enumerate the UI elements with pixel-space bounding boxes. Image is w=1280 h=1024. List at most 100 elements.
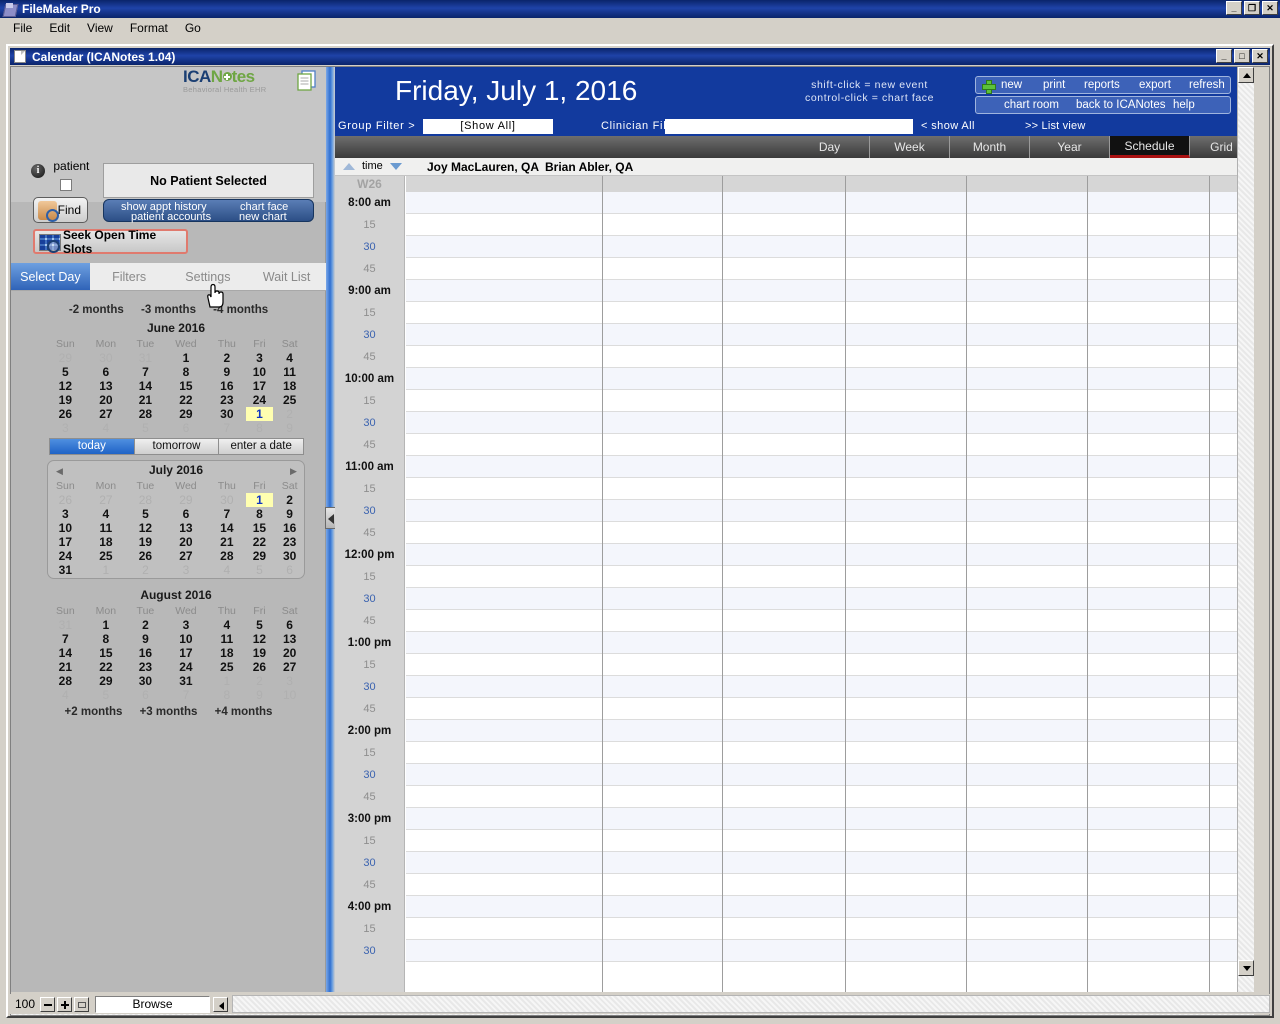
- plus-2-months-link[interactable]: +2 months: [65, 706, 123, 718]
- schedule-row[interactable]: [406, 478, 1254, 500]
- calendar-day[interactable]: 14: [208, 521, 245, 535]
- calendar-day[interactable]: 7: [127, 365, 164, 379]
- time-slot-label[interactable]: 30: [335, 940, 404, 962]
- calendar-day[interactable]: 6: [164, 507, 208, 521]
- minus-4-months-link[interactable]: -4 months: [213, 304, 268, 316]
- calendar-day[interactable]: 10: [246, 365, 274, 379]
- schedule-row[interactable]: [406, 302, 1254, 324]
- doc-minimize-button[interactable]: _: [1216, 49, 1232, 63]
- menu-edit[interactable]: Edit: [42, 19, 77, 37]
- schedule-row[interactable]: [406, 742, 1254, 764]
- calendar-day[interactable]: 18: [273, 379, 306, 393]
- calendar-day[interactable]: 3: [46, 507, 85, 521]
- time-slot-label[interactable]: 15: [335, 302, 404, 324]
- schedule-row[interactable]: [406, 522, 1254, 544]
- view-year[interactable]: Year: [1030, 136, 1110, 158]
- calendar-day[interactable]: 2: [273, 493, 306, 507]
- calendar-day[interactable]: 1: [85, 618, 127, 632]
- view-month[interactable]: Month: [950, 136, 1030, 158]
- calendar-day[interactable]: 21: [127, 393, 164, 407]
- calendar-day[interactable]: 2: [127, 618, 164, 632]
- doc-maximize-button[interactable]: □: [1234, 49, 1250, 63]
- calendar-day[interactable]: 14: [127, 379, 164, 393]
- menu-format[interactable]: Format: [123, 19, 175, 37]
- calendar-day[interactable]: 13: [273, 632, 306, 646]
- scroll-up-button[interactable]: [1238, 67, 1254, 83]
- menu-view[interactable]: View: [80, 19, 120, 37]
- mode-selector[interactable]: Browse: [95, 996, 210, 1013]
- app-minimize-button[interactable]: _: [1226, 1, 1242, 15]
- calendar-day[interactable]: 22: [85, 660, 127, 674]
- calendar-day[interactable]: 4: [85, 507, 127, 521]
- chart-room-button[interactable]: chart room: [1004, 99, 1059, 111]
- time-slot-label[interactable]: 15: [335, 918, 404, 940]
- calendar-day[interactable]: 2: [208, 351, 245, 365]
- tab-wait-list[interactable]: Wait List: [247, 263, 326, 290]
- calendar-day[interactable]: 23: [273, 535, 306, 549]
- calendar-day[interactable]: 1: [164, 351, 208, 365]
- schedule-row[interactable]: [406, 412, 1254, 434]
- schedule-row[interactable]: [406, 588, 1254, 610]
- schedule-row[interactable]: [406, 544, 1254, 566]
- calendar-day[interactable]: 22: [246, 535, 274, 549]
- info-icon[interactable]: i: [31, 164, 45, 178]
- export-button[interactable]: export: [1139, 79, 1171, 91]
- scroll-down-button[interactable]: [1238, 960, 1254, 976]
- patient-accounts-link[interactable]: patient accounts: [131, 211, 211, 223]
- calendar-day[interactable]: 16: [127, 646, 164, 660]
- schedule-row[interactable]: [406, 940, 1254, 962]
- calendar-day-selected[interactable]: 1: [246, 493, 274, 507]
- calendar-day[interactable]: 27: [164, 549, 208, 563]
- calendar-day[interactable]: 6: [127, 688, 164, 702]
- calendar-day[interactable]: 12: [127, 521, 164, 535]
- calendar-day[interactable]: 6: [85, 365, 127, 379]
- schedule-row[interactable]: [406, 280, 1254, 302]
- calendar-day[interactable]: 9: [208, 365, 245, 379]
- time-slot-label[interactable]: 4:00 pm: [335, 896, 404, 918]
- view-week[interactable]: Week: [870, 136, 950, 158]
- clinician-column-1[interactable]: Joy MacLauren, QA: [427, 160, 539, 174]
- back-to-icanotes-button[interactable]: back to ICANotes: [1076, 99, 1165, 111]
- schedule-row[interactable]: [406, 390, 1254, 412]
- schedule-row[interactable]: [406, 764, 1254, 786]
- time-slot-label[interactable]: 12:00 pm: [335, 544, 404, 566]
- schedule-row[interactable]: [406, 192, 1254, 214]
- time-slot-label[interactable]: 30: [335, 852, 404, 874]
- list-view-link[interactable]: >> List view: [1025, 120, 1085, 132]
- time-slot-label[interactable]: 11:00 am: [335, 456, 404, 478]
- calendar-day[interactable]: 20: [164, 535, 208, 549]
- calendar-day[interactable]: 1: [85, 563, 127, 577]
- calendar-day-selected[interactable]: 1: [246, 407, 274, 421]
- calendar-day[interactable]: 22: [164, 393, 208, 407]
- calendar-day[interactable]: 31: [46, 563, 85, 577]
- calendar-day[interactable]: 8: [246, 507, 274, 521]
- calendar-day[interactable]: 8: [246, 421, 274, 435]
- calendar-day[interactable]: 11: [273, 365, 306, 379]
- toggle-window-button[interactable]: [74, 997, 89, 1012]
- calendar-day[interactable]: 3: [273, 674, 306, 688]
- time-slot-label[interactable]: 3:00 pm: [335, 808, 404, 830]
- time-slot-label[interactable]: 15: [335, 566, 404, 588]
- calendar-day[interactable]: 4: [208, 618, 245, 632]
- schedule-row[interactable]: [406, 434, 1254, 456]
- view-schedule[interactable]: Schedule: [1110, 136, 1190, 158]
- calendar-day[interactable]: 9: [273, 421, 306, 435]
- calendar-day[interactable]: 26: [46, 407, 85, 421]
- calendar-day[interactable]: 19: [46, 393, 85, 407]
- calendar-day[interactable]: 28: [208, 549, 245, 563]
- schedule-row[interactable]: [406, 676, 1254, 698]
- calendar-day[interactable]: 16: [273, 521, 306, 535]
- clinician-filter-input[interactable]: [665, 119, 913, 134]
- plus-4-months-link[interactable]: +4 months: [215, 706, 273, 718]
- menu-go[interactable]: Go: [178, 19, 208, 37]
- schedule-row[interactable]: [406, 808, 1254, 830]
- calendar-day[interactable]: 29: [164, 407, 208, 421]
- today-button[interactable]: today: [50, 439, 135, 454]
- plus-3-months-link[interactable]: +3 months: [140, 706, 198, 718]
- calendar-day[interactable]: 19: [127, 535, 164, 549]
- schedule-row[interactable]: [406, 654, 1254, 676]
- calendar-day[interactable]: 18: [85, 535, 127, 549]
- minus-2-months-link[interactable]: -2 months: [69, 304, 124, 316]
- tab-filters[interactable]: Filters: [90, 263, 169, 290]
- calendar-day[interactable]: 28: [46, 674, 85, 688]
